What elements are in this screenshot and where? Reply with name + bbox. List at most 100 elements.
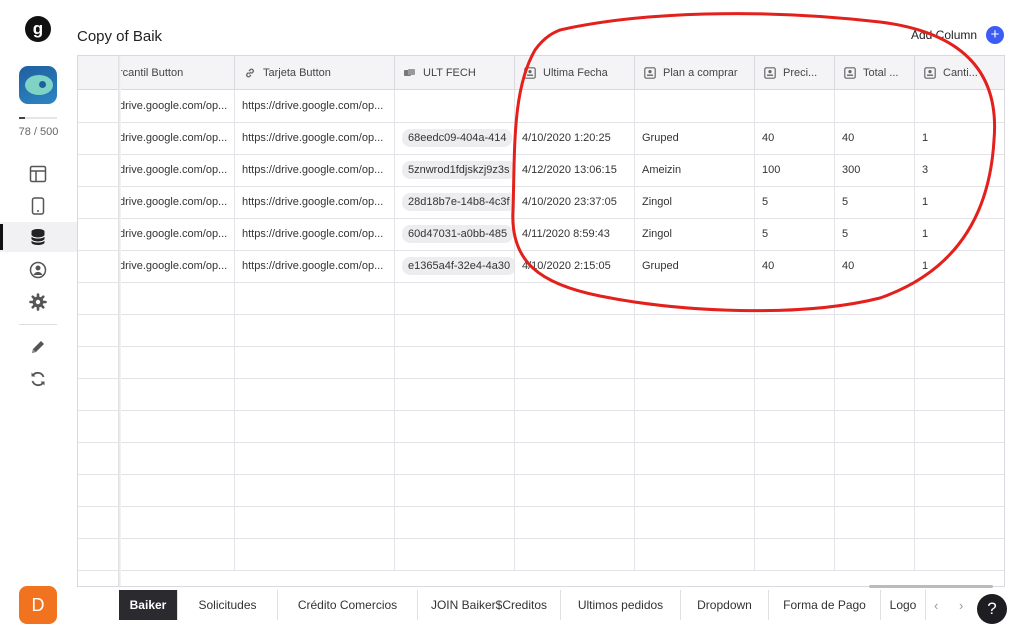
table-cell[interactable] — [235, 378, 395, 410]
table-row[interactable] — [78, 282, 1004, 315]
table-cell[interactable] — [119, 538, 235, 570]
table-cell[interactable]: 1 — [915, 218, 1004, 250]
table-cell[interactable] — [395, 282, 515, 314]
table-cell[interactable]: 4/10/2020 2:15:05 — [515, 250, 635, 282]
table-cell[interactable] — [119, 442, 235, 474]
table-cell[interactable] — [755, 474, 835, 506]
table-row[interactable] — [78, 442, 1004, 475]
frozen-cell[interactable] — [78, 154, 119, 186]
table-cell[interactable]: https://drive.google.com/op... — [235, 122, 395, 154]
column-header[interactable]: Plan a comprar — [635, 56, 755, 89]
table-cell[interactable]: 1 — [915, 122, 1004, 154]
app-icon[interactable] — [19, 66, 57, 104]
table-cell[interactable] — [235, 346, 395, 378]
table-cell[interactable] — [395, 378, 515, 410]
frozen-cell[interactable] — [78, 538, 119, 570]
table-cell[interactable] — [395, 474, 515, 506]
sheet-tab[interactable]: Solicitudes — [178, 590, 278, 620]
table-cell[interactable]: 40 — [835, 122, 915, 154]
table-cell[interactable] — [515, 474, 635, 506]
table-cell[interactable]: Gruped — [635, 250, 755, 282]
table-cell[interactable] — [395, 346, 515, 378]
table-cell[interactable] — [235, 538, 395, 570]
table-cell[interactable]: drive.google.com/op... — [119, 90, 235, 122]
table-cell[interactable] — [119, 314, 235, 346]
table-cell[interactable] — [515, 442, 635, 474]
table-cell[interactable]: 5 — [835, 218, 915, 250]
table-row[interactable] — [78, 474, 1004, 507]
table-cell[interactable]: 5znwrod1fdjskzj9z3s — [395, 154, 515, 186]
column-header[interactable]: Tarjeta Button — [235, 56, 395, 89]
table-cell[interactable] — [915, 378, 1004, 410]
add-column-label[interactable]: Add Column — [911, 28, 977, 42]
table-cell[interactable] — [635, 282, 755, 314]
column-header[interactable]: ULT FECH — [395, 56, 515, 89]
table-cell[interactable] — [235, 410, 395, 442]
table-cell[interactable]: 5 — [755, 218, 835, 250]
table-cell[interactable] — [395, 410, 515, 442]
table-cell[interactable]: 3 — [915, 154, 1004, 186]
table-cell[interactable] — [235, 314, 395, 346]
table-cell[interactable]: Zingol — [635, 218, 755, 250]
table-cell[interactable] — [835, 282, 915, 314]
user-avatar[interactable]: D — [19, 586, 57, 624]
frozen-cell[interactable] — [78, 282, 119, 314]
table-cell[interactable] — [915, 314, 1004, 346]
table-cell[interactable] — [395, 442, 515, 474]
table-cell[interactable] — [235, 282, 395, 314]
pencil-icon[interactable] — [28, 337, 48, 357]
table-cell[interactable]: 40 — [755, 122, 835, 154]
sheet-tab[interactable]: JOIN Baiker$Creditos — [418, 590, 561, 620]
table-cell[interactable]: 1 — [915, 186, 1004, 218]
table-cell[interactable]: drive.google.com/op... — [119, 218, 235, 250]
table-row[interactable] — [78, 410, 1004, 443]
table-cell[interactable] — [635, 506, 755, 538]
table-row[interactable]: drive.google.com/op... https://drive.goog… — [78, 186, 1004, 219]
table-cell[interactable] — [119, 474, 235, 506]
table-cell[interactable]: 60d47031-a0bb-485 — [395, 218, 515, 250]
sheet-tab[interactable]: Forma de Pago — [769, 590, 881, 620]
table-cell[interactable] — [515, 314, 635, 346]
table-cell[interactable]: 4/11/2020 8:59:43 — [515, 218, 635, 250]
table-cell[interactable] — [395, 506, 515, 538]
table-cell[interactable] — [119, 378, 235, 410]
table-cell[interactable]: drive.google.com/op... — [119, 186, 235, 218]
table-cell[interactable] — [915, 90, 1004, 122]
column-header[interactable]: Canti... — [915, 56, 1004, 89]
frozen-cell[interactable] — [78, 346, 119, 378]
tabs-prev-arrow[interactable]: ‹ — [934, 598, 938, 613]
frozen-cell[interactable] — [78, 474, 119, 506]
table-cell[interactable] — [635, 314, 755, 346]
table-cell[interactable]: https://drive.google.com/op... — [235, 186, 395, 218]
frozen-cell[interactable] — [78, 218, 119, 250]
sheet-tab[interactable]: Dropdown — [681, 590, 769, 620]
table-cell[interactable] — [119, 346, 235, 378]
table-row[interactable] — [78, 538, 1004, 571]
sheet-tab[interactable]: Ultimos pedidos — [561, 590, 681, 620]
table-cell[interactable] — [835, 378, 915, 410]
table-cell[interactable] — [515, 378, 635, 410]
table-cell[interactable] — [755, 538, 835, 570]
table-cell[interactable] — [635, 346, 755, 378]
table-cell[interactable]: 68eedc09-404a-414 — [395, 122, 515, 154]
add-column-button[interactable]: + — [986, 26, 1004, 44]
user-circle-icon[interactable] — [28, 260, 48, 280]
table-cell[interactable]: 4/10/2020 1:20:25 — [515, 122, 635, 154]
table-cell[interactable]: 4/10/2020 23:37:05 — [515, 186, 635, 218]
table-cell[interactable]: 4/12/2020 13:06:15 — [515, 154, 635, 186]
column-header[interactable]: Ultima Fecha — [515, 56, 635, 89]
table-cell[interactable] — [915, 538, 1004, 570]
table-cell[interactable] — [515, 506, 635, 538]
table-cell[interactable]: https://drive.google.com/op... — [235, 90, 395, 122]
table-cell[interactable] — [835, 90, 915, 122]
table-cell[interactable] — [915, 474, 1004, 506]
table-cell[interactable] — [915, 506, 1004, 538]
table-cell[interactable]: 5 — [755, 186, 835, 218]
table-cell[interactable] — [835, 314, 915, 346]
frozen-cell[interactable] — [78, 314, 119, 346]
help-button[interactable]: ? — [977, 594, 1007, 624]
frozen-cell[interactable] — [78, 410, 119, 442]
table-cell[interactable]: drive.google.com/op... — [119, 250, 235, 282]
table-cell[interactable] — [235, 506, 395, 538]
table-cell[interactable] — [395, 314, 515, 346]
